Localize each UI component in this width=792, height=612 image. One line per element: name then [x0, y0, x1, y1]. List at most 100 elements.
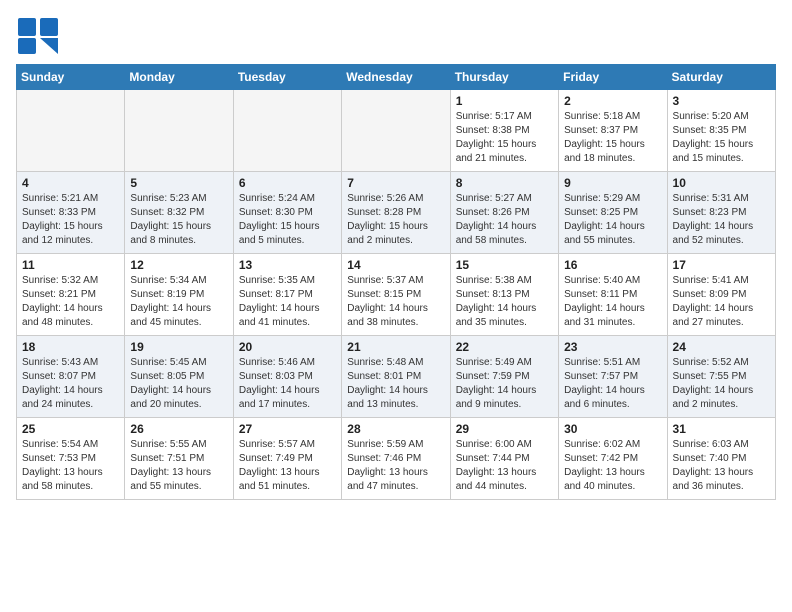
calendar-cell: 16Sunrise: 5:40 AM Sunset: 8:11 PM Dayli…	[559, 254, 667, 336]
day-number: 14	[347, 258, 444, 272]
day-info: Sunrise: 5:49 AM Sunset: 7:59 PM Dayligh…	[456, 356, 553, 412]
day-number: 30	[564, 422, 661, 436]
day-header-friday: Friday	[559, 65, 667, 90]
day-info: Sunrise: 5:38 AM Sunset: 8:13 PM Dayligh…	[456, 274, 553, 330]
calendar-cell: 13 Sunrise: 5:35 AM Sunset: 8:17 PM Dayli…	[233, 254, 341, 336]
day-number: 1	[456, 94, 553, 108]
day-number: 11	[22, 258, 119, 272]
day-info: Sunrise: 5:20 AM Sunset: 8:35 PM Dayligh…	[673, 110, 770, 166]
calendar-cell: 24 Sunrise: 5:52 AM Sunset: 7:55 PM Dayli…	[667, 336, 775, 418]
calendar-cell: 26 Sunrise: 5:55 AM Sunset: 7:51 PM Dayli…	[125, 418, 233, 500]
day-info: Sunrise: 5:34 AM Sunset: 8:19 PM Dayligh…	[130, 274, 227, 330]
day-number: 6	[239, 176, 336, 190]
day-info: Sunrise: 5:59 AM Sunset: 7:46 PM Dayligh…	[347, 438, 444, 494]
calendar-cell: 10Sunrise: 5:31 AM Sunset: 8:23 PM Dayli…	[667, 172, 775, 254]
day-number: 13	[239, 258, 336, 272]
day-number: 15	[456, 258, 553, 272]
calendar-cell: 22 Sunrise: 5:49 AM Sunset: 7:59 PM Dayli…	[450, 336, 558, 418]
day-info: Sunrise: 5:24 AM Sunset: 8:30 PM Dayligh…	[239, 192, 336, 248]
calendar-cell: 4 Sunrise: 5:21 AM Sunset: 8:33 PM Daylig…	[17, 172, 125, 254]
calendar-cell: 19 Sunrise: 5:45 AM Sunset: 8:05 PM Dayli…	[125, 336, 233, 418]
day-info: Sunrise: 5:54 AM Sunset: 7:53 PM Dayligh…	[22, 438, 119, 494]
calendar-cell: 29 Sunrise: 6:00 AM Sunset: 7:44 PM Dayli…	[450, 418, 558, 500]
calendar-table: SundayMondayTuesdayWednesdayThursdayFrid…	[16, 64, 776, 500]
day-info: Sunrise: 6:00 AM Sunset: 7:44 PM Dayligh…	[456, 438, 553, 494]
day-info: Sunrise: 5:27 AM Sunset: 8:26 PM Dayligh…	[456, 192, 553, 248]
day-info: Sunrise: 5:23 AM Sunset: 8:32 PM Dayligh…	[130, 192, 227, 248]
day-number: 22	[456, 340, 553, 354]
calendar-cell: 11Sunrise: 5:32 AM Sunset: 8:21 PM Dayli…	[17, 254, 125, 336]
day-info: Sunrise: 5:35 AM Sunset: 8:17 PM Dayligh…	[239, 274, 336, 330]
day-number: 5	[130, 176, 227, 190]
calendar-cell	[17, 90, 125, 172]
day-info: Sunrise: 5:21 AM Sunset: 8:33 PM Dayligh…	[22, 192, 119, 248]
day-number: 9	[564, 176, 661, 190]
calendar-cell: 18 Sunrise: 5:43 AM Sunset: 8:07 PM Dayli…	[17, 336, 125, 418]
day-number: 24	[673, 340, 770, 354]
calendar-cell: 12 Sunrise: 5:34 AM Sunset: 8:19 PM Dayli…	[125, 254, 233, 336]
day-number: 21	[347, 340, 444, 354]
day-number: 23	[564, 340, 661, 354]
day-header-saturday: Saturday	[667, 65, 775, 90]
day-number: 2	[564, 94, 661, 108]
calendar-cell: 14 Sunrise: 5:37 AM Sunset: 8:15 PM Dayli…	[342, 254, 450, 336]
day-info: Sunrise: 5:46 AM Sunset: 8:03 PM Dayligh…	[239, 356, 336, 412]
day-number: 12	[130, 258, 227, 272]
calendar-cell: 1 Sunrise: 5:17 AM Sunset: 8:38 PM Daylig…	[450, 90, 558, 172]
day-number: 20	[239, 340, 336, 354]
day-info: Sunrise: 5:57 AM Sunset: 7:49 PM Dayligh…	[239, 438, 336, 494]
calendar-cell	[342, 90, 450, 172]
day-info: Sunrise: 5:48 AM Sunset: 8:01 PM Dayligh…	[347, 356, 444, 412]
day-number: 4	[22, 176, 119, 190]
day-number: 31	[673, 422, 770, 436]
day-header-tuesday: Tuesday	[233, 65, 341, 90]
day-info: Sunrise: 5:41 AM Sunset: 8:09 PM Dayligh…	[673, 274, 770, 330]
day-header-monday: Monday	[125, 65, 233, 90]
page-header	[16, 16, 776, 56]
calendar-week-5: 25 Sunrise: 5:54 AM Sunset: 7:53 PM Dayli…	[17, 418, 776, 500]
day-info: Sunrise: 6:03 AM Sunset: 7:40 PM Dayligh…	[673, 438, 770, 494]
calendar-cell: 31 Sunrise: 6:03 AM Sunset: 7:40 PM Dayli…	[667, 418, 775, 500]
calendar-cell: 2 Sunrise: 5:18 AM Sunset: 8:37 PM Daylig…	[559, 90, 667, 172]
day-number: 26	[130, 422, 227, 436]
day-number: 29	[456, 422, 553, 436]
day-info: Sunrise: 5:26 AM Sunset: 8:28 PM Dayligh…	[347, 192, 444, 248]
day-header-thursday: Thursday	[450, 65, 558, 90]
calendar-cell: 20 Sunrise: 5:46 AM Sunset: 8:03 PM Dayli…	[233, 336, 341, 418]
calendar-week-3: 11Sunrise: 5:32 AM Sunset: 8:21 PM Dayli…	[17, 254, 776, 336]
day-number: 28	[347, 422, 444, 436]
day-info: Sunrise: 5:17 AM Sunset: 8:38 PM Dayligh…	[456, 110, 553, 166]
day-info: Sunrise: 5:18 AM Sunset: 8:37 PM Dayligh…	[564, 110, 661, 166]
day-info: Sunrise: 5:52 AM Sunset: 7:55 PM Dayligh…	[673, 356, 770, 412]
day-number: 19	[130, 340, 227, 354]
calendar-cell: 27Sunrise: 5:57 AM Sunset: 7:49 PM Dayli…	[233, 418, 341, 500]
calendar-cell: 25 Sunrise: 5:54 AM Sunset: 7:53 PM Dayli…	[17, 418, 125, 500]
header-row: SundayMondayTuesdayWednesdayThursdayFrid…	[17, 65, 776, 90]
day-info: Sunrise: 5:55 AM Sunset: 7:51 PM Dayligh…	[130, 438, 227, 494]
day-info: Sunrise: 6:02 AM Sunset: 7:42 PM Dayligh…	[564, 438, 661, 494]
logo	[16, 16, 64, 56]
calendar-cell	[125, 90, 233, 172]
day-info: Sunrise: 5:51 AM Sunset: 7:57 PM Dayligh…	[564, 356, 661, 412]
day-number: 17	[673, 258, 770, 272]
day-number: 18	[22, 340, 119, 354]
day-info: Sunrise: 5:45 AM Sunset: 8:05 PM Dayligh…	[130, 356, 227, 412]
calendar-week-4: 18 Sunrise: 5:43 AM Sunset: 8:07 PM Dayli…	[17, 336, 776, 418]
calendar-cell: 30 Sunrise: 6:02 AM Sunset: 7:42 PM Dayli…	[559, 418, 667, 500]
day-number: 25	[22, 422, 119, 436]
calendar-week-1: 1 Sunrise: 5:17 AM Sunset: 8:38 PM Daylig…	[17, 90, 776, 172]
calendar-cell: 15 Sunrise: 5:38 AM Sunset: 8:13 PM Dayli…	[450, 254, 558, 336]
calendar-cell: 23 Sunrise: 5:51 AM Sunset: 7:57 PM Dayli…	[559, 336, 667, 418]
day-number: 16	[564, 258, 661, 272]
calendar-cell: 5 Sunrise: 5:23 AM Sunset: 8:32 PM Daylig…	[125, 172, 233, 254]
calendar-cell: 8Sunrise: 5:27 AM Sunset: 8:26 PM Daylig…	[450, 172, 558, 254]
day-info: Sunrise: 5:29 AM Sunset: 8:25 PM Dayligh…	[564, 192, 661, 248]
calendar-cell: 3 Sunrise: 5:20 AM Sunset: 8:35 PM Daylig…	[667, 90, 775, 172]
day-info: Sunrise: 5:31 AM Sunset: 8:23 PM Dayligh…	[673, 192, 770, 248]
day-info: Sunrise: 5:43 AM Sunset: 8:07 PM Dayligh…	[22, 356, 119, 412]
day-header-wednesday: Wednesday	[342, 65, 450, 90]
day-number: 3	[673, 94, 770, 108]
calendar-cell: 7Sunrise: 5:26 AM Sunset: 8:28 PM Daylig…	[342, 172, 450, 254]
day-info: Sunrise: 5:37 AM Sunset: 8:15 PM Dayligh…	[347, 274, 444, 330]
calendar-cell: 28 Sunrise: 5:59 AM Sunset: 7:46 PM Dayli…	[342, 418, 450, 500]
